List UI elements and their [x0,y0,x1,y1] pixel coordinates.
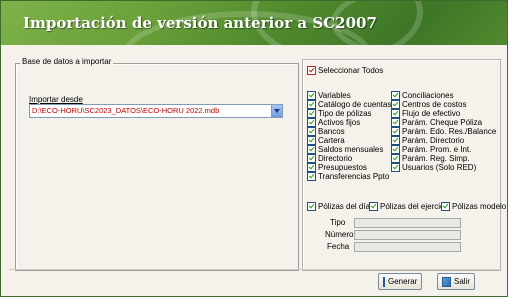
generate-button[interactable]: Generar [378,273,422,290]
checkbox-label: Variables [318,91,351,100]
chk-param-prom[interactable]: Parám. Prom. e Int. [391,145,471,154]
combo-dropdown-button[interactable] [271,105,282,117]
database-group: Base de datos a importar Importar desde … [15,57,299,271]
checkbox-icon [307,91,316,100]
checkbox-label: Saldos mensuales [318,145,384,154]
checkbox-label: Bancos [318,127,345,136]
checkbox-icon [391,100,400,109]
tipo-field[interactable] [354,218,461,228]
checkbox-icon [307,163,316,172]
chk-transferencias[interactable]: Transferencias Ppto [307,172,389,181]
title-bar: Importación de versión anterior a SC2007 [1,1,507,45]
checkbox-icon [391,136,400,145]
button-bar [9,269,499,292]
chk-conciliaciones[interactable]: Conciliaciones [391,91,454,100]
chk-tipo-polizas[interactable]: Tipo de pólizas [307,109,372,118]
exit-icon [442,276,451,287]
checkbox-label: Cartera [318,136,345,145]
checkbox-label: Parám. Edo. Res./Balance [402,127,497,136]
chk-cartera[interactable]: Cartera [307,136,345,145]
chk-bancos[interactable]: Bancos [307,127,345,136]
chk-param-directorio[interactable]: Parám. Directorio [391,136,464,145]
chk-catalogo[interactable]: Catálogo de cuentas [307,100,391,109]
checkbox-icon [307,172,316,181]
generate-icon [383,276,385,287]
checkbox-label: Presupuestos [318,163,367,172]
checkbox-icon [391,118,400,127]
checkbox-icon [391,163,400,172]
chk-presupuestos[interactable]: Presupuestos [307,163,367,172]
chk-directorio[interactable]: Directorio [307,154,352,163]
checkbox-label: Conciliaciones [402,91,454,100]
chk-activos[interactable]: Activos fijos [307,118,360,127]
exit-button[interactable]: Salir [437,273,475,290]
chk-saldos[interactable]: Saldos mensuales [307,145,383,154]
exit-label: Salir [453,277,470,286]
checkbox-icon [307,145,316,154]
checkbox-label: Pólizas del ejercicio [380,202,451,211]
checkbox-label: Catálogo de cuentas [318,100,392,109]
checkbox-label: Directorio [318,154,353,163]
checkbox-label: Pólizas del día [318,202,371,211]
chk-usuarios[interactable]: Usuarios (Solo RED) [391,163,476,172]
checkbox-label: Centros de costos [402,100,467,109]
select-all-label: Seleccionar Todos [318,66,384,75]
checkbox-label: Parám. Cheque Póliza [402,118,483,127]
fecha-field[interactable] [354,242,461,252]
checkbox-icon [391,109,400,118]
numero-label: Número [325,230,354,239]
import-from-value: D:\ECO-HORU\SC2023_DATOS\ECO-HORU 2022.m… [32,106,220,115]
checkbox-label: Transferencias Ppto [318,172,390,181]
checkbox-label: Parám. Prom. e Int. [402,145,472,154]
checkbox-icon [307,109,316,118]
chk-variables[interactable]: Variables [307,91,351,100]
select-all-checkbox[interactable]: Seleccionar Todos [307,66,383,75]
chk-polizas-dia[interactable]: Pólizas del día [307,202,370,211]
chk-centros[interactable]: Centros de costos [391,100,466,109]
checkbox-label: Usuarios (Solo RED) [402,163,477,172]
generate-label: Generar [388,277,418,286]
checkbox-icon [307,154,316,163]
import-from-label: Importar desde [29,95,83,104]
checkbox-label: Parám. Reg. Simp. [402,154,470,163]
chk-polizas-ejercicio[interactable]: Pólizas del ejercicio [369,202,450,211]
database-group-legend: Base de datos a importar [20,57,114,66]
chk-param-edo[interactable]: Parám. Edo. Res./Balance [391,127,496,136]
checkbox-icon [441,202,450,211]
checkbox-label: Flujo de efectivo [402,109,461,118]
checkbox-icon [307,100,316,109]
numero-field[interactable] [354,230,461,240]
checkbox-icon [369,202,378,211]
checkbox-label: Tipo de pólizas [318,109,372,118]
options-group: Seleccionar Todos Variables Catálogo de … [302,59,506,271]
checkbox-label: Parám. Directorio [402,136,465,145]
checkbox-icon [391,127,400,136]
checkbox-icon [307,66,316,75]
checkbox-icon [307,127,316,136]
tipo-label: Tipo [330,218,346,227]
checkbox-icon [307,118,316,127]
checkbox-icon [391,154,400,163]
chk-param-reg[interactable]: Parám. Reg. Simp. [391,154,470,163]
import-dialog: Importación de versión anterior a SC2007… [0,0,508,297]
chk-polizas-modelo[interactable]: Pólizas modelo [441,202,506,211]
checkbox-icon [307,202,316,211]
chevron-down-icon [274,109,280,113]
checkbox-icon [391,145,400,154]
fecha-label: Fecha [327,242,350,251]
chk-flujo[interactable]: Flujo de efectivo [391,109,460,118]
checkbox-icon [391,91,400,100]
checkbox-label: Activos fijos [318,118,361,127]
chk-param-cheque[interactable]: Parám. Cheque Póliza [391,118,482,127]
checkbox-label: Pólizas modelo [452,202,507,211]
import-from-combo[interactable]: D:\ECO-HORU\SC2023_DATOS\ECO-HORU 2022.m… [29,104,283,118]
window-title: Importación de versión anterior a SC2007 [23,14,377,32]
checkbox-icon [307,136,316,145]
